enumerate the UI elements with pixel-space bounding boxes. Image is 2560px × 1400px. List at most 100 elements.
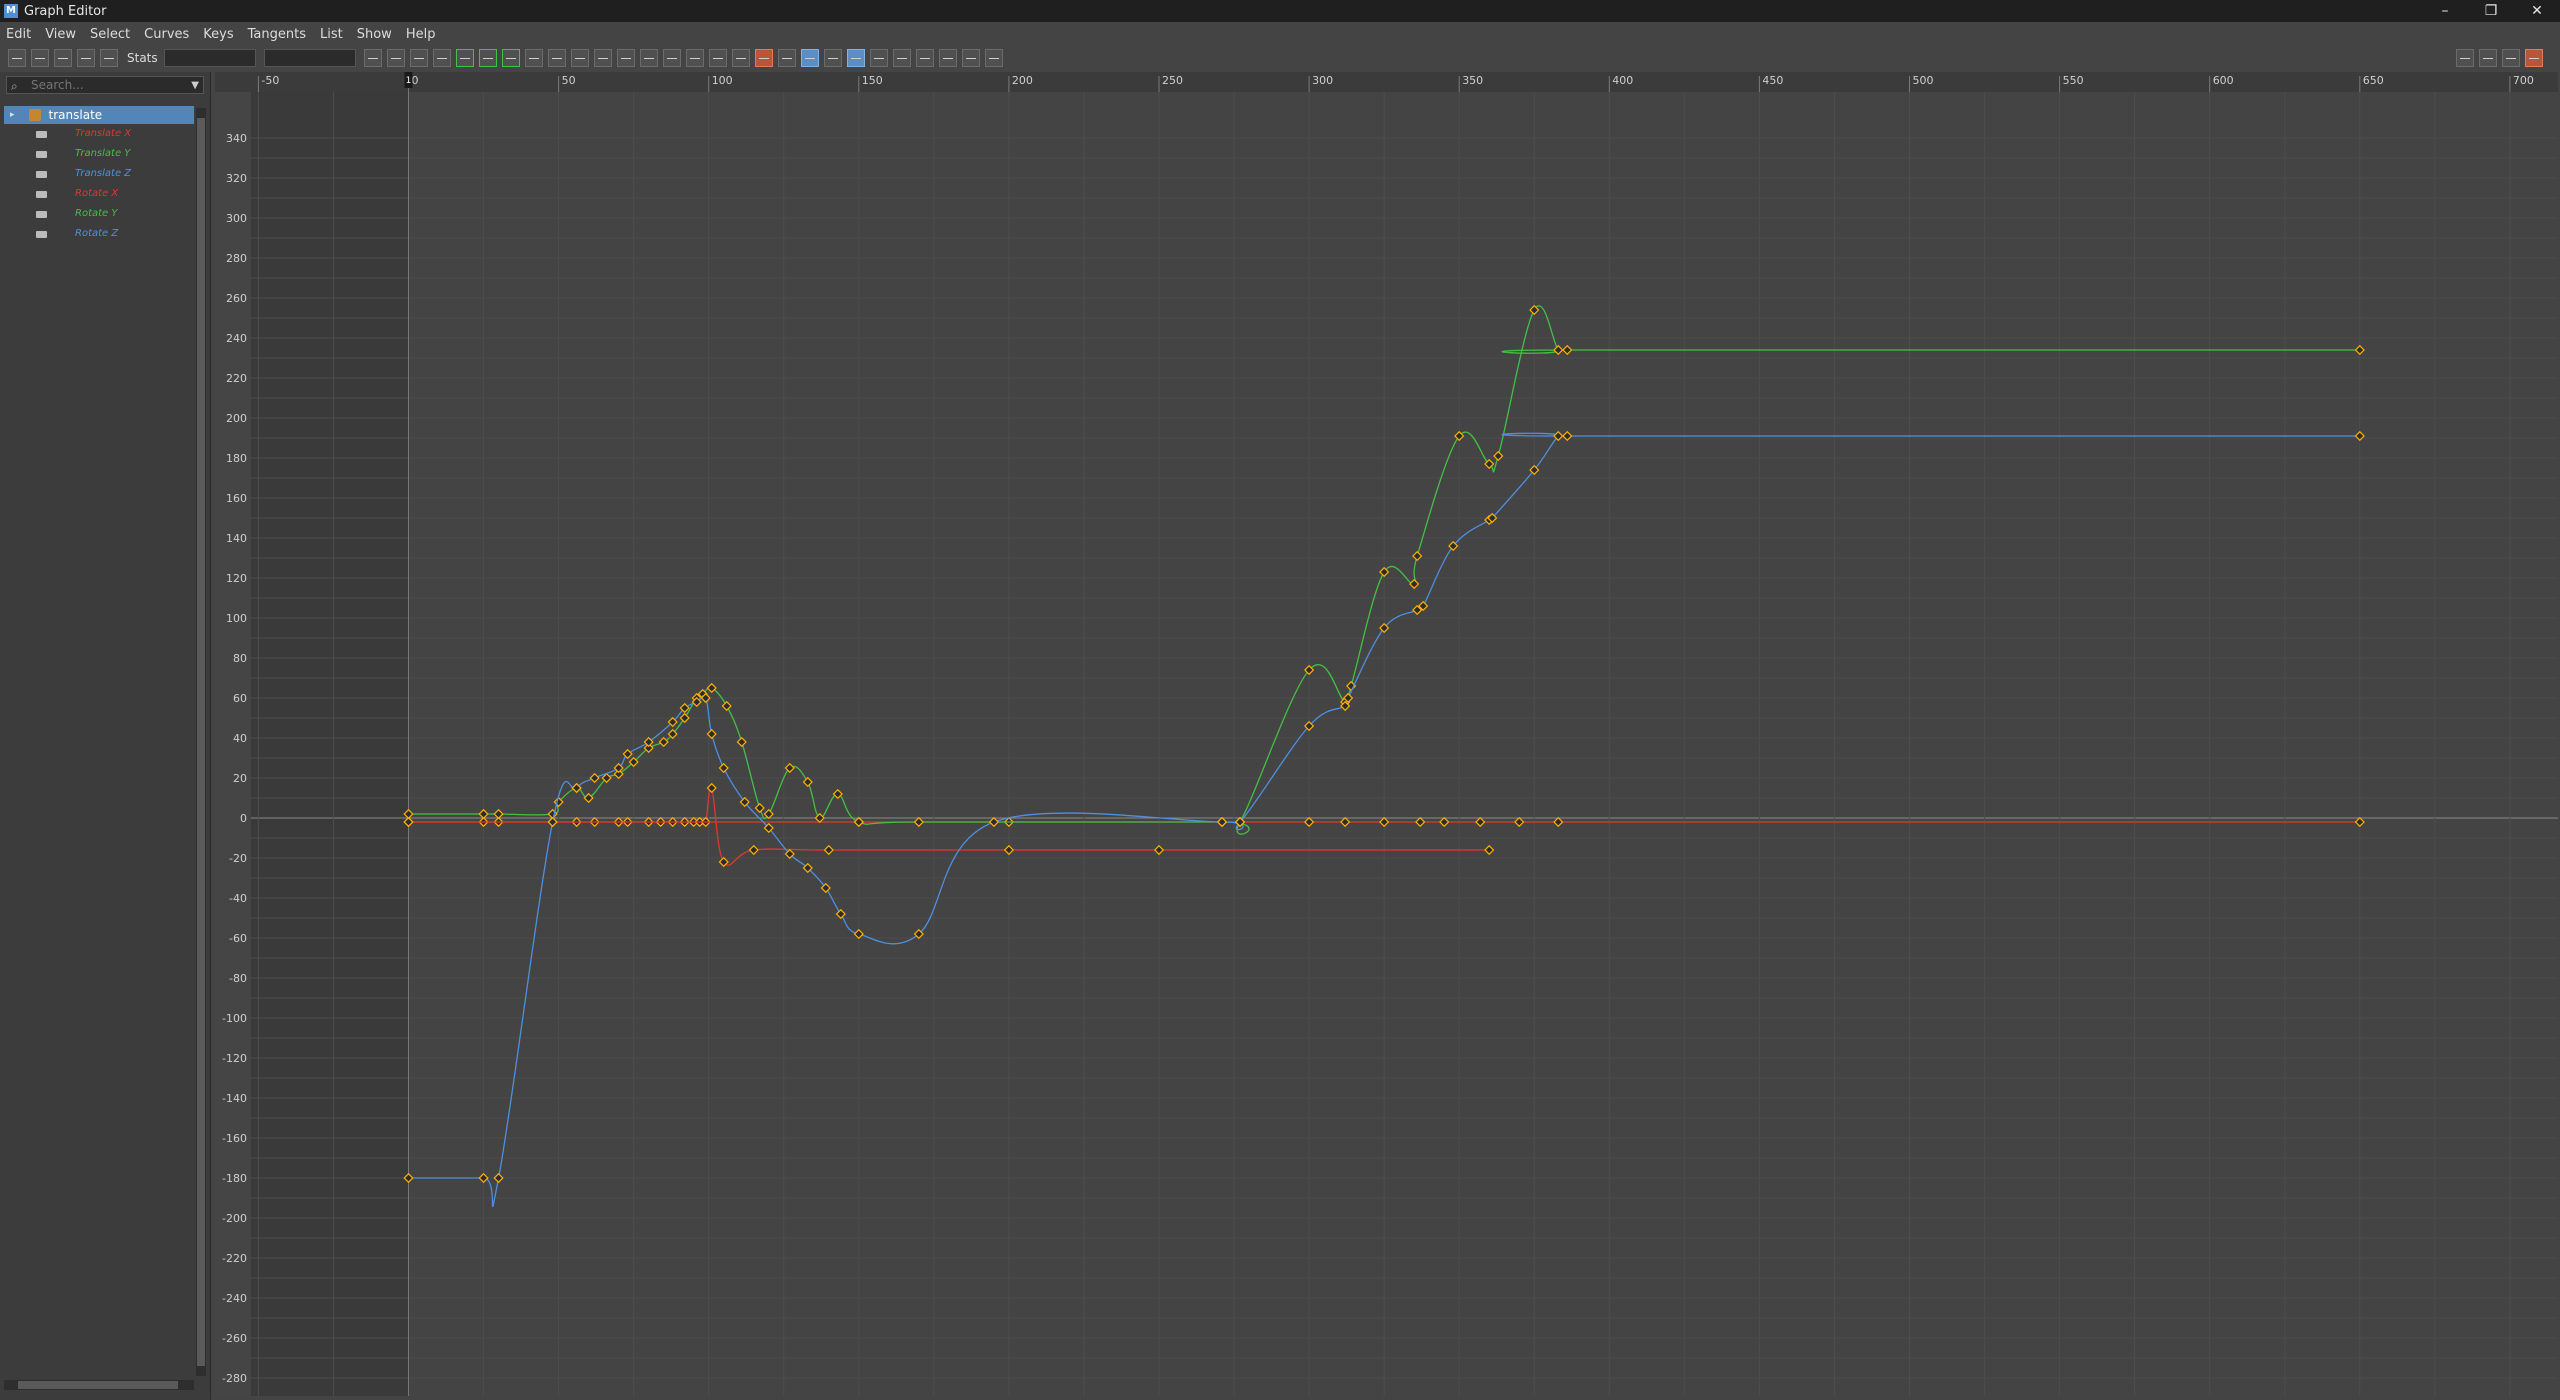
time-tick-label: 350	[1462, 74, 1483, 87]
lattice-tool-icon[interactable]	[54, 49, 72, 67]
buffer-curve-icon[interactable]	[616, 49, 635, 67]
stats-label: Stats	[127, 51, 158, 65]
time-snap-icon[interactable]	[800, 49, 819, 67]
time-tick-label: 700	[2513, 74, 2534, 87]
animcurve-icon	[36, 130, 47, 138]
keyframe-point	[814, 812, 825, 824]
outliner-panel: ⌕ ▼ ▸ translate Translate X Translate Y …	[0, 72, 211, 1400]
dope-sheet-icon[interactable]	[2479, 49, 2497, 67]
menu-keys[interactable]: Keys	[203, 27, 233, 42]
time-tick-label: -50	[261, 74, 279, 87]
menu-help[interactable]: Help	[406, 27, 436, 42]
animcurve-icon	[36, 210, 47, 218]
menu-edit[interactable]: Edit	[6, 27, 31, 42]
pre-infinity-cycle-icon[interactable]	[915, 49, 934, 67]
load-selected-icon[interactable]	[777, 49, 796, 67]
value-tick-label: 80	[233, 652, 247, 665]
swap-buffer-icon[interactable]	[639, 49, 658, 67]
value-tick-label: 20	[233, 772, 247, 785]
search-bar[interactable]: ⌕ ▼	[6, 76, 204, 94]
time-tick-label: 100	[712, 74, 733, 87]
curve-graph[interactable]: 3403203002802602402202001801601401201008…	[215, 72, 2558, 1396]
minimize-button[interactable]: –	[2422, 0, 2468, 22]
attribute-rotate-y[interactable]: Rotate Y	[4, 204, 194, 224]
keyframe-point	[1216, 816, 1228, 828]
move-key-tool-icon[interactable]	[8, 49, 26, 67]
keyframe-point	[718, 762, 729, 774]
stats-value-field[interactable]	[263, 49, 356, 67]
clamped-tangent-icon[interactable]	[478, 49, 497, 67]
menu-select[interactable]: Select	[90, 27, 130, 42]
keyframe-point	[1562, 430, 1573, 442]
keyframe-point	[913, 816, 924, 828]
auto-tangent-icon[interactable]	[432, 49, 451, 67]
trax-editor-icon[interactable]	[2502, 49, 2520, 67]
menu-view[interactable]: View	[45, 27, 76, 42]
keyframe-point	[1412, 550, 1423, 562]
flat-tangent-icon[interactable]	[524, 49, 543, 67]
value-tick-label: 220	[226, 372, 247, 385]
lock-tangent-weight-icon[interactable]	[731, 49, 750, 67]
outliner-horizontal-scrollbar[interactable]	[4, 1380, 194, 1390]
frame-all-icon[interactable]	[363, 49, 382, 67]
chevron-down-icon[interactable]: ▼	[191, 80, 199, 91]
graph-view[interactable]: 340 320 300 280 260 240 220 200 180 160 140 120 100 8…	[215, 72, 2558, 1396]
insert-key-tool-icon[interactable]	[31, 49, 49, 67]
attribute-rotate-x[interactable]: Rotate X	[4, 184, 194, 204]
value-snap-icon[interactable]	[823, 49, 842, 67]
menu-list[interactable]: List	[320, 27, 343, 42]
absolute-view-icon[interactable]	[846, 49, 865, 67]
animcurve-icon	[36, 150, 47, 158]
node-label: translate	[48, 108, 103, 122]
attribute-translate-y[interactable]: Translate Y	[4, 144, 194, 164]
keyframe-point	[754, 802, 765, 814]
close-button[interactable]: ✕	[2514, 0, 2560, 22]
normalized-view-icon[interactable]	[892, 49, 911, 67]
step-tangent-icon[interactable]	[547, 49, 566, 67]
frame-selection-icon[interactable]	[386, 49, 405, 67]
value-tick-label: 260	[226, 292, 247, 305]
collapse-icon[interactable]: ▸	[10, 106, 15, 124]
value-tick-label: 60	[233, 692, 247, 705]
menu-show[interactable]: Show	[357, 27, 392, 42]
pre-infinity-offset-icon[interactable]	[961, 49, 980, 67]
break-tangents-icon[interactable]	[662, 49, 681, 67]
stacked-view-icon[interactable]	[869, 49, 888, 67]
region-tool-icon[interactable]	[77, 49, 95, 67]
time-tick-label: 650	[2363, 74, 2384, 87]
spline-tangent-icon[interactable]	[455, 49, 474, 67]
keyframe-point	[493, 1172, 504, 1184]
auto-load-icon[interactable]	[754, 49, 773, 67]
node-translate[interactable]: ▸ translate	[4, 106, 194, 124]
plateau-tangent-icon[interactable]	[593, 49, 612, 67]
time-editor-icon[interactable]	[2525, 49, 2543, 67]
value-tick-label: 120	[226, 572, 247, 585]
menu-tangents[interactable]: Tangents	[248, 27, 306, 42]
attribute-translate-x[interactable]: Translate X	[4, 124, 194, 144]
outliner-vertical-scrollbar[interactable]	[196, 108, 206, 1376]
toolbar: Stats	[0, 46, 2560, 70]
value-tick-label: -180	[222, 1172, 247, 1185]
keyframe-point	[1340, 816, 1351, 828]
keyframe-point	[1475, 816, 1486, 828]
retime-tool-icon[interactable]	[100, 49, 118, 67]
keyframe-point	[853, 928, 864, 940]
menu-curves[interactable]: Curves	[144, 27, 189, 42]
unify-tangents-icon[interactable]	[685, 49, 704, 67]
resize-icon[interactable]	[2456, 49, 2474, 67]
post-infinity-cycle-icon[interactable]	[938, 49, 957, 67]
post-infinity-offset-icon[interactable]	[984, 49, 1003, 67]
maximize-button[interactable]: ❐	[2468, 0, 2514, 22]
attribute-rotate-z[interactable]: Rotate Z	[4, 224, 194, 244]
free-tangent-weight-icon[interactable]	[708, 49, 727, 67]
stats-time-field[interactable]	[163, 49, 256, 67]
keyframe-point	[1409, 578, 1420, 590]
attribute-translate-z[interactable]: Translate Z	[4, 164, 194, 184]
linear-tangent-icon[interactable]	[501, 49, 520, 67]
keyframe-point	[802, 776, 813, 788]
value-tick-label: -200	[222, 1212, 247, 1225]
search-input[interactable]	[7, 77, 192, 93]
step-next-tangent-icon[interactable]	[570, 49, 589, 67]
animcurve-icon	[36, 230, 47, 238]
frame-playback-icon[interactable]	[409, 49, 428, 67]
